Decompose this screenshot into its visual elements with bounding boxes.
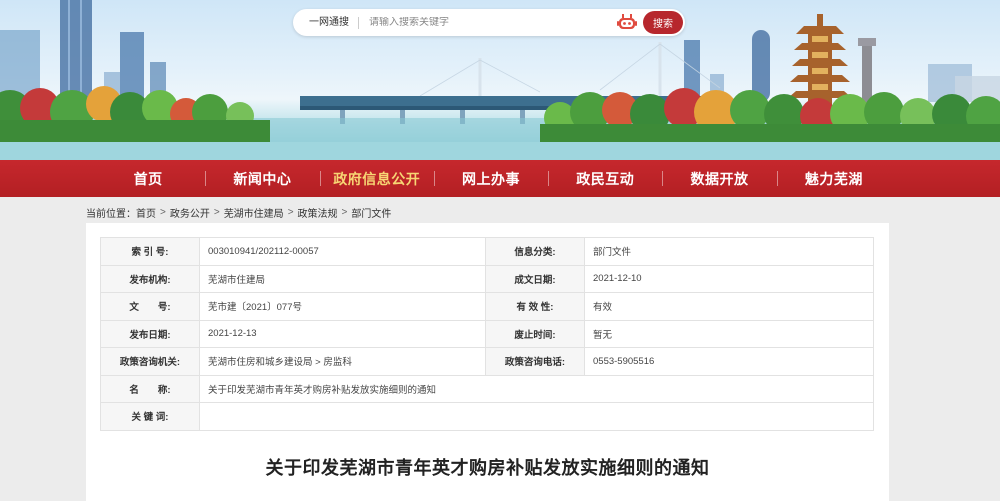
meta-value-keywords bbox=[199, 402, 874, 431]
meta-value-category: 部门文件 bbox=[584, 237, 874, 266]
table-row: 索 引 号: 003010941/202112-00057 信息分类: 部门文件 bbox=[100, 237, 874, 266]
meta-value-consult-phone: 0553-5905516 bbox=[584, 347, 874, 376]
nav-item-gov-info[interactable]: 政府信息公开 bbox=[319, 160, 434, 197]
meta-value-abolish-time: 暂无 bbox=[584, 319, 874, 348]
meta-value-validity: 有效 bbox=[584, 292, 874, 321]
breadcrumb-separator: > bbox=[213, 207, 220, 218]
nav-item-home[interactable]: 首页 bbox=[91, 160, 205, 197]
breadcrumb-gov-affairs[interactable]: 政务公开 bbox=[170, 205, 210, 220]
breadcrumb-policies[interactable]: 政策法规 bbox=[298, 205, 338, 220]
nav-item-news[interactable]: 新闻中心 bbox=[205, 160, 319, 197]
breadcrumb-housing-bureau[interactable]: 芜湖市住建局 bbox=[224, 205, 284, 220]
meta-value-doc-number: 芜市建〔2021〕077号 bbox=[199, 292, 486, 321]
breadcrumb-home[interactable]: 首页 bbox=[136, 205, 156, 220]
meta-label-consult-phone: 政策咨询电话: bbox=[485, 347, 585, 376]
table-row: 关 键 词: bbox=[100, 402, 874, 431]
breadcrumb: 当前位置： 首页 > 政务公开 > 芜湖市住建局 > 政策法规 > 部门文件 bbox=[86, 205, 391, 220]
content-panel: 索 引 号: 003010941/202112-00057 信息分类: 部门文件… bbox=[86, 223, 889, 501]
robot-assistant-icon[interactable] bbox=[617, 13, 637, 32]
header-banner: 一网通搜 搜索 bbox=[0, 0, 1000, 160]
meta-label-written-date: 成文日期: bbox=[485, 264, 585, 293]
breadcrumb-separator: > bbox=[341, 207, 348, 218]
breadcrumb-dept-documents[interactable]: 部门文件 bbox=[351, 205, 391, 220]
breadcrumb-separator: > bbox=[160, 207, 166, 218]
breadcrumb-separator: > bbox=[287, 207, 294, 218]
document-title: 关于印发芜湖市青年英才购房补贴发放实施细则的通知 bbox=[265, 458, 710, 478]
search-scope-label[interactable]: 一网通搜 bbox=[293, 16, 359, 29]
meta-label-name: 名 称: bbox=[100, 374, 200, 403]
meta-value-consult-agency: 芜湖市住房和城乡建设局 > 房监科 bbox=[199, 347, 486, 376]
meta-label-publish-date: 发布日期: bbox=[100, 319, 200, 348]
meta-value-publish-date: 2021-12-13 bbox=[199, 319, 486, 348]
search-bar: 一网通搜 搜索 bbox=[293, 9, 685, 36]
document-metadata-table: 索 引 号: 003010941/202112-00057 信息分类: 部门文件… bbox=[100, 237, 874, 431]
meta-value-name: 关于印发芜湖市青年英才购房补贴发放实施细则的通知 bbox=[199, 374, 874, 403]
meta-label-consult-agency: 政策咨询机关: bbox=[100, 347, 200, 376]
nav-item-open-data[interactable]: 数据开放 bbox=[662, 160, 776, 197]
nav-item-charm-wuhu[interactable]: 魅力芜湖 bbox=[776, 160, 891, 197]
nav-item-interaction[interactable]: 政民互动 bbox=[548, 160, 662, 197]
meta-value-written-date: 2021-12-10 bbox=[584, 264, 874, 293]
meta-value-publisher: 芜湖市住建局 bbox=[199, 264, 486, 293]
meta-label-category: 信息分类: bbox=[485, 237, 585, 266]
table-row: 政策咨询机关: 芜湖市住房和城乡建设局 > 房监科 政策咨询电话: 0553-5… bbox=[100, 347, 874, 376]
search-button[interactable]: 搜索 bbox=[643, 11, 683, 34]
meta-label-keywords: 关 键 词: bbox=[100, 402, 200, 431]
meta-label-validity: 有 效 性: bbox=[485, 292, 585, 321]
table-row: 文 号: 芜市建〔2021〕077号 有 效 性: 有效 bbox=[100, 292, 874, 321]
meta-value-index-number: 003010941/202112-00057 bbox=[199, 237, 486, 266]
breadcrumb-lead: 当前位置： bbox=[86, 209, 136, 220]
main-nav: 首页 新闻中心 政府信息公开 网上办事 政民互动 数据开放 魅力芜湖 bbox=[0, 160, 1000, 197]
table-row: 发布机构: 芜湖市住建局 成文日期: 2021-12-10 bbox=[100, 264, 874, 293]
search-input[interactable] bbox=[359, 17, 617, 28]
meta-label-doc-number: 文 号: bbox=[100, 292, 200, 321]
meta-label-abolish-time: 废止时间: bbox=[485, 319, 585, 348]
nav-item-online-services[interactable]: 网上办事 bbox=[433, 160, 548, 197]
meta-label-publisher: 发布机构: bbox=[100, 264, 200, 293]
table-row: 发布日期: 2021-12-13 废止时间: 暂无 bbox=[100, 319, 874, 348]
meta-label-index-number: 索 引 号: bbox=[100, 237, 200, 266]
table-row: 名 称: 关于印发芜湖市青年英才购房补贴发放实施细则的通知 bbox=[100, 374, 874, 403]
